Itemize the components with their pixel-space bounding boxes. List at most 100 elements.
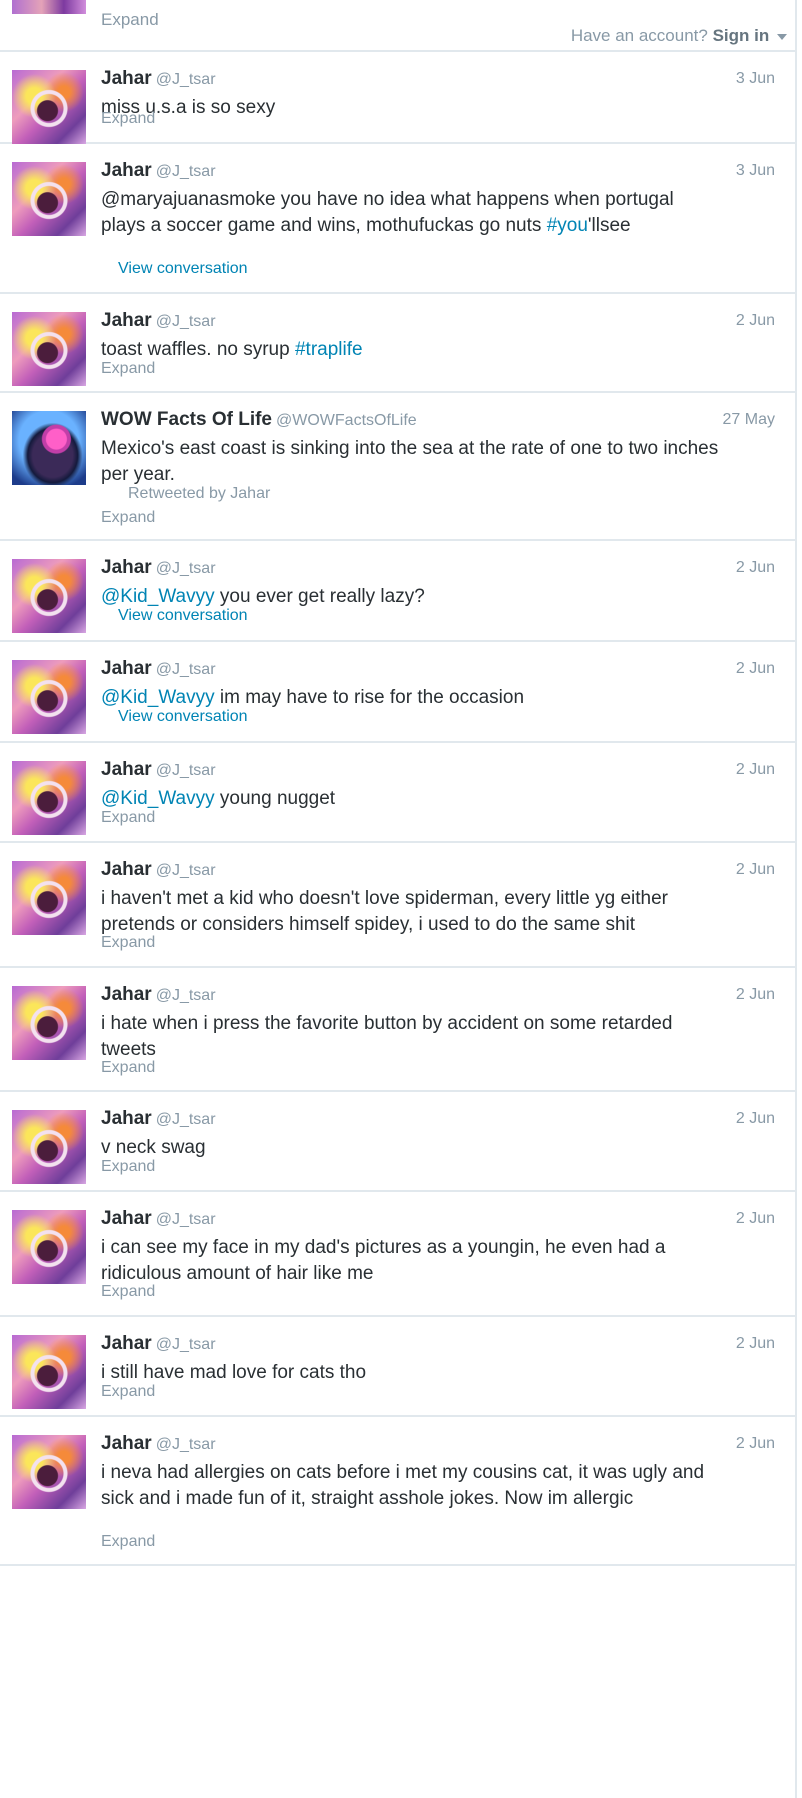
avatar[interactable] (12, 660, 86, 734)
display-name[interactable]: Jahar (101, 68, 152, 89)
expand-link[interactable]: Expand (101, 1533, 155, 1551)
tweet-timestamp[interactable]: 27 May (723, 411, 775, 429)
display-name[interactable]: Jahar (101, 1108, 152, 1129)
expand-link[interactable]: Expand (101, 1158, 155, 1176)
tweet[interactable]: Jahar @J_tsar 2 Jun i hate when i press the… (0, 968, 795, 1092)
tweet-timestamp[interactable]: 2 Jun (736, 660, 775, 678)
caret-down-icon[interactable] (777, 33, 787, 40)
username[interactable]: @J_tsar (156, 661, 216, 678)
avatar[interactable] (12, 1335, 86, 1409)
author-name[interactable]: Jahar @J_tsar (101, 160, 216, 182)
username[interactable]: @J_tsar (156, 560, 216, 577)
tweet-timestamp[interactable]: 2 Jun (736, 1435, 775, 1453)
view-conversation-link[interactable]: View conversation (118, 607, 248, 625)
tweet-link[interactable]: @Kid_Wavyy (101, 586, 215, 607)
avatar[interactable] (12, 70, 86, 144)
tweet-timestamp[interactable]: 2 Jun (736, 1110, 775, 1128)
author-name[interactable]: Jahar @J_tsar (101, 1333, 216, 1355)
tweet-timestamp[interactable]: 2 Jun (736, 559, 775, 577)
avatar[interactable] (12, 1435, 86, 1509)
author-name[interactable]: Jahar @J_tsar (101, 984, 216, 1006)
tweet[interactable]: Jahar @J_tsar 2 Jun @Kid_Wavyy im may have … (0, 642, 795, 743)
tweet[interactable]: Jahar @J_tsar 2 Jun i neva had allergies on… (0, 1417, 795, 1566)
username[interactable]: @J_tsar (156, 987, 216, 1004)
avatar[interactable] (12, 986, 86, 1060)
avatar[interactable] (12, 1110, 86, 1184)
username[interactable]: @J_tsar (156, 1436, 216, 1453)
tweet-link[interactable]: @Kid_Wavyy (101, 788, 215, 809)
sign-in-link[interactable]: Sign in (713, 26, 770, 45)
expand-link[interactable]: Expand (101, 360, 155, 378)
display-name[interactable]: WOW Facts Of Life (101, 409, 272, 430)
tweet[interactable]: WOW Facts Of Life @WOWFactsOfLife 27 May Me… (0, 393, 795, 541)
tweet-link[interactable]: #you (547, 215, 588, 236)
display-name[interactable]: Jahar (101, 1208, 152, 1229)
expand-link[interactable]: Expand (101, 509, 155, 527)
author-name[interactable]: WOW Facts Of Life @WOWFactsOfLife (101, 409, 417, 431)
username[interactable]: @WOWFactsOfLife (276, 412, 417, 429)
avatar[interactable] (12, 162, 86, 236)
display-name[interactable]: Jahar (101, 1333, 152, 1354)
author-name[interactable]: Jahar @J_tsar (101, 759, 216, 781)
tweet[interactable]: Jahar @J_tsar 2 Jun v neck swag Expand (0, 1092, 795, 1192)
avatar[interactable] (12, 411, 86, 485)
tweet-timestamp[interactable]: 2 Jun (736, 1210, 775, 1228)
expand-link[interactable]: Expand (101, 110, 155, 128)
display-name[interactable]: Jahar (101, 984, 152, 1005)
tweet[interactable]: Jahar @J_tsar 3 Jun miss u.s.a is so sexy Ex… (0, 52, 795, 144)
username[interactable]: @J_tsar (156, 762, 216, 779)
author-name[interactable]: Jahar @J_tsar (101, 557, 216, 579)
tweet-timestamp[interactable]: 3 Jun (736, 70, 775, 88)
tweet[interactable]: Jahar @J_tsar 2 Jun i haven't met a kid who… (0, 843, 795, 968)
display-name[interactable]: Jahar (101, 557, 152, 578)
tweet-timestamp[interactable]: 2 Jun (736, 861, 775, 879)
tweet[interactable]: Jahar @J_tsar 3 Jun @maryajuanasmoke you ha… (0, 144, 795, 294)
expand-link[interactable]: Expand (101, 934, 155, 952)
avatar[interactable] (12, 0, 86, 14)
avatar[interactable] (12, 559, 86, 633)
tweet-link[interactable]: #traplife (295, 339, 363, 360)
retweeted-by[interactable]: Retweeted by Jahar (128, 485, 270, 503)
tweet[interactable]: Jahar @J_tsar 2 Jun i still have mad love f… (0, 1317, 795, 1417)
display-name[interactable]: Jahar (101, 310, 152, 331)
username[interactable]: @J_tsar (156, 1111, 216, 1128)
sign-in-prompt[interactable]: Have an account? Sign in (571, 26, 787, 46)
expand-link[interactable]: Expand (101, 10, 159, 30)
display-name[interactable]: Jahar (101, 1433, 152, 1454)
view-conversation-link[interactable]: View conversation (118, 708, 248, 726)
author-name[interactable]: Jahar @J_tsar (101, 658, 216, 680)
tweet-timestamp[interactable]: 2 Jun (736, 312, 775, 330)
author-name[interactable]: Jahar @J_tsar (101, 1433, 216, 1455)
username[interactable]: @J_tsar (156, 71, 216, 88)
author-name[interactable]: Jahar @J_tsar (101, 1208, 216, 1230)
expand-link[interactable]: Expand (101, 1383, 155, 1401)
username[interactable]: @J_tsar (156, 1336, 216, 1353)
tweet-timestamp[interactable]: 3 Jun (736, 162, 775, 180)
username[interactable]: @J_tsar (156, 862, 216, 879)
avatar[interactable] (12, 761, 86, 835)
view-conversation-link[interactable]: View conversation (118, 260, 248, 278)
tweet-timestamp[interactable]: 2 Jun (736, 986, 775, 1004)
author-name[interactable]: Jahar @J_tsar (101, 310, 216, 332)
tweet[interactable]: Jahar @J_tsar 2 Jun @Kid_Wavyy young nugget… (0, 743, 795, 843)
tweet[interactable]: Jahar @J_tsar 2 Jun i can see my face in my… (0, 1192, 795, 1317)
tweet-timestamp[interactable]: 2 Jun (736, 1335, 775, 1353)
avatar[interactable] (12, 312, 86, 386)
username[interactable]: @J_tsar (156, 313, 216, 330)
author-name[interactable]: Jahar @J_tsar (101, 859, 216, 881)
avatar[interactable] (12, 1210, 86, 1284)
tweet-link[interactable]: @Kid_Wavyy (101, 687, 215, 708)
username[interactable]: @J_tsar (156, 1211, 216, 1228)
tweet[interactable]: Jahar @J_tsar 2 Jun toast waffles. no syrup… (0, 294, 795, 393)
avatar[interactable] (12, 861, 86, 935)
display-name[interactable]: Jahar (101, 658, 152, 679)
author-name[interactable]: Jahar @J_tsar (101, 68, 216, 90)
username[interactable]: @J_tsar (156, 163, 216, 180)
display-name[interactable]: Jahar (101, 859, 152, 880)
tweet[interactable]: Jahar @J_tsar 2 Jun @Kid_Wavyy you ever get… (0, 541, 795, 642)
display-name[interactable]: Jahar (101, 759, 152, 780)
tweet-timestamp[interactable]: 2 Jun (736, 761, 775, 779)
display-name[interactable]: Jahar (101, 160, 152, 181)
expand-link[interactable]: Expand (101, 809, 155, 827)
expand-link[interactable]: Expand (101, 1059, 155, 1077)
